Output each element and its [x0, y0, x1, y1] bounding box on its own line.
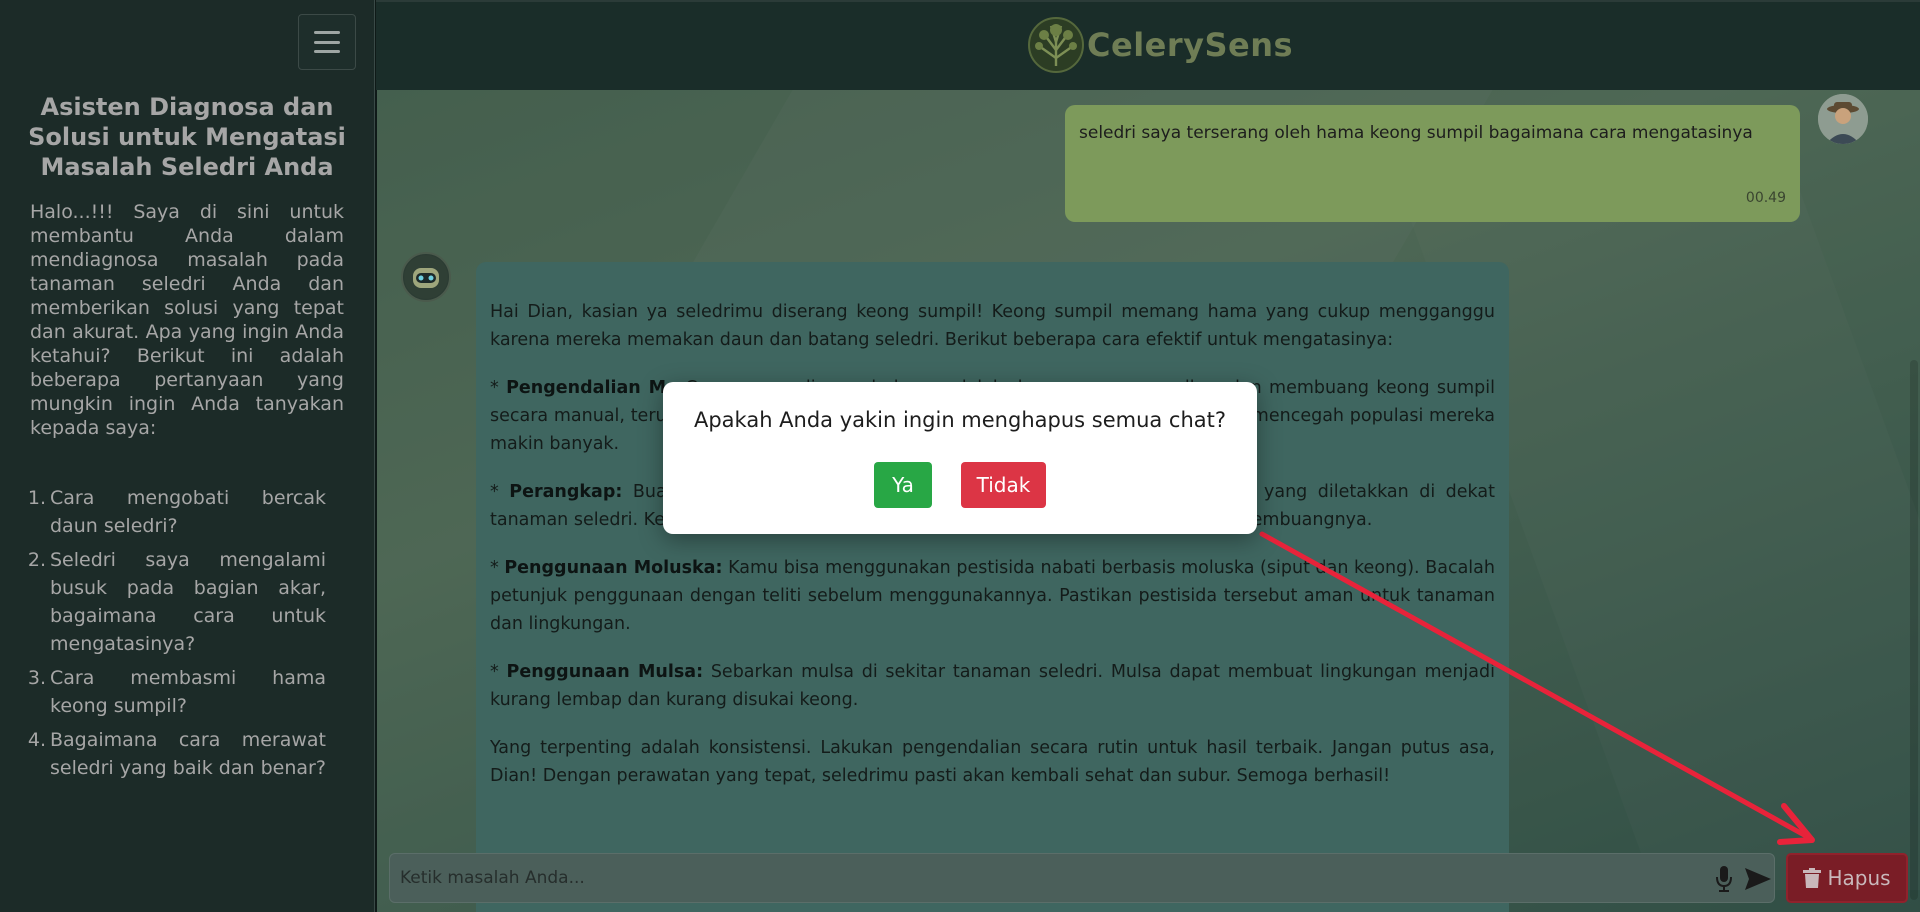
- bot-message-bubble: Hai Dian, kasian ya seledrimu diserang k…: [476, 262, 1509, 912]
- robot-icon: [404, 255, 448, 299]
- dialog-message: Apakah Anda yakin ingin menghapus semua …: [693, 408, 1227, 432]
- suggested-questions: 1. Cara mengobati bercak daun seledri? 2.…: [22, 484, 326, 788]
- bot-outro-text: Yang terpenting adalah konsistensi. Laku…: [490, 738, 1495, 786]
- bot-avatar: [401, 252, 451, 302]
- chat-scrollbar[interactable]: [1910, 360, 1918, 900]
- question-item[interactable]: 3. Cara membasmi hama keong sumpil?: [22, 664, 326, 720]
- sidebar-intro: Halo...!!! Saya di sini untuk membantu A…: [30, 201, 344, 439]
- hapus-label: Hapus: [1827, 866, 1891, 890]
- question-text: Cara mengobati bercak daun seledri?: [50, 487, 326, 537]
- bot-item: * Penggunaan Mulsa: Sebarkan mulsa di se…: [490, 662, 1495, 710]
- message-input-bar: [389, 853, 1775, 903]
- logo: CelerySens: [1027, 16, 1293, 74]
- app-header: CelerySens: [376, 0, 1920, 90]
- hapus-button[interactable]: Hapus: [1786, 853, 1908, 903]
- question-text: Bagaimana cara merawat seledri yang baik…: [50, 729, 326, 779]
- sidebar: Asisten Diagnosa dan Solusi untuk Mengat…: [0, 0, 375, 912]
- bot-item: * Penggunaan Moluska: Kamu bisa mengguna…: [490, 558, 1495, 634]
- sidebar-title: Asisten Diagnosa dan Solusi untuk Mengat…: [28, 93, 346, 181]
- bot-intro-text: Hai Dian, kasian ya seledrimu diserang k…: [490, 302, 1495, 350]
- question-text: Cara membasmi hama keong sumpil?: [50, 667, 326, 717]
- celery-logo-icon: [1028, 17, 1084, 73]
- user-message-bubble: seledri saya terserang oleh hama keong s…: [1065, 105, 1800, 222]
- user-message-text: seledri saya terserang oleh hama keong s…: [1079, 123, 1753, 143]
- microphone-icon[interactable]: [1715, 866, 1733, 892]
- trash-icon: [1803, 868, 1822, 888]
- message-timestamp: 00.49: [1745, 190, 1786, 206]
- send-icon[interactable]: [1745, 868, 1771, 890]
- question-text: Seledri saya mengalami busuk pada bagian…: [50, 549, 326, 655]
- menu-toggle-button[interactable]: [298, 14, 356, 70]
- user-avatar-icon: [1818, 94, 1868, 144]
- question-item[interactable]: 4. Bagaimana cara merawat seledri yang ba…: [22, 726, 326, 782]
- confirm-delete-dialog: Apakah Anda yakin ingin menghapus semua …: [663, 382, 1257, 534]
- question-item[interactable]: 2. Seledri saya mengalami busuk pada bagi…: [22, 546, 326, 658]
- message-input[interactable]: [400, 854, 1690, 902]
- logo-text: CelerySens: [1087, 26, 1294, 64]
- user-avatar: [1818, 94, 1868, 144]
- confirm-yes-button[interactable]: Ya: [874, 462, 932, 508]
- hamburger-icon: [314, 31, 340, 53]
- question-item[interactable]: 1. Cara mengobati bercak daun seledri?: [22, 484, 326, 540]
- confirm-no-button[interactable]: Tidak: [961, 462, 1046, 508]
